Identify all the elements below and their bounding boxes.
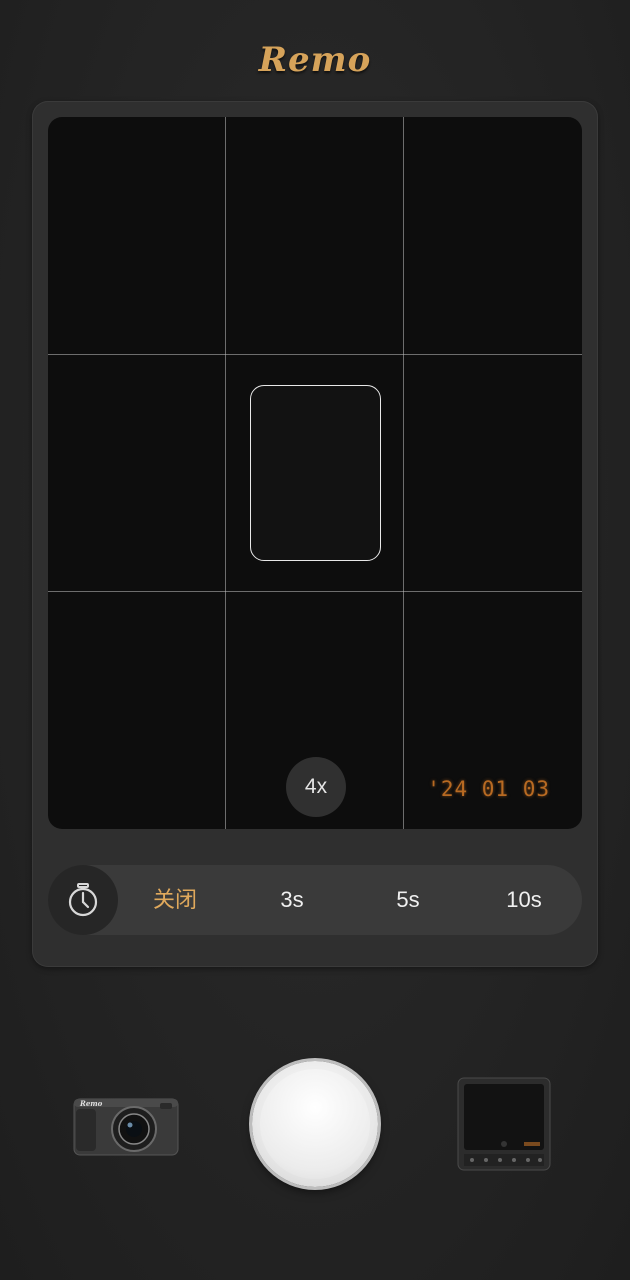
timer-option-5s[interactable]: 5s	[368, 865, 448, 935]
camera-screen: Remo 4x 4x '24 01 03 关闭 3s 5s 10s	[0, 0, 630, 1280]
timer-selector: 关闭 3s 5s 10s	[48, 865, 582, 935]
grid-line-horizontal	[48, 354, 582, 355]
timer-icon[interactable]	[48, 865, 118, 935]
gallery-icon	[457, 1077, 551, 1171]
shutter-button[interactable]	[252, 1061, 378, 1187]
shutter-inner	[260, 1069, 370, 1179]
timer-option-3s[interactable]: 3s	[252, 865, 332, 935]
timer-option-10s[interactable]: 10s	[484, 865, 564, 935]
focus-frame	[250, 385, 381, 561]
viewfinder[interactable]: 4x 4x '24 01 03	[48, 117, 582, 829]
camera-model-button[interactable]: Remo	[72, 1093, 180, 1157]
date-stamp: '24 01 03	[427, 777, 550, 801]
camera-badge: Remo	[80, 1099, 103, 1108]
timer-option-off[interactable]: 关闭	[135, 865, 215, 935]
zoom-button[interactable]: 4x	[286, 757, 346, 817]
app-logo: Remo	[258, 40, 372, 80]
grid-line-horizontal	[48, 591, 582, 592]
gallery-thumbnail-button[interactable]	[456, 1076, 552, 1172]
